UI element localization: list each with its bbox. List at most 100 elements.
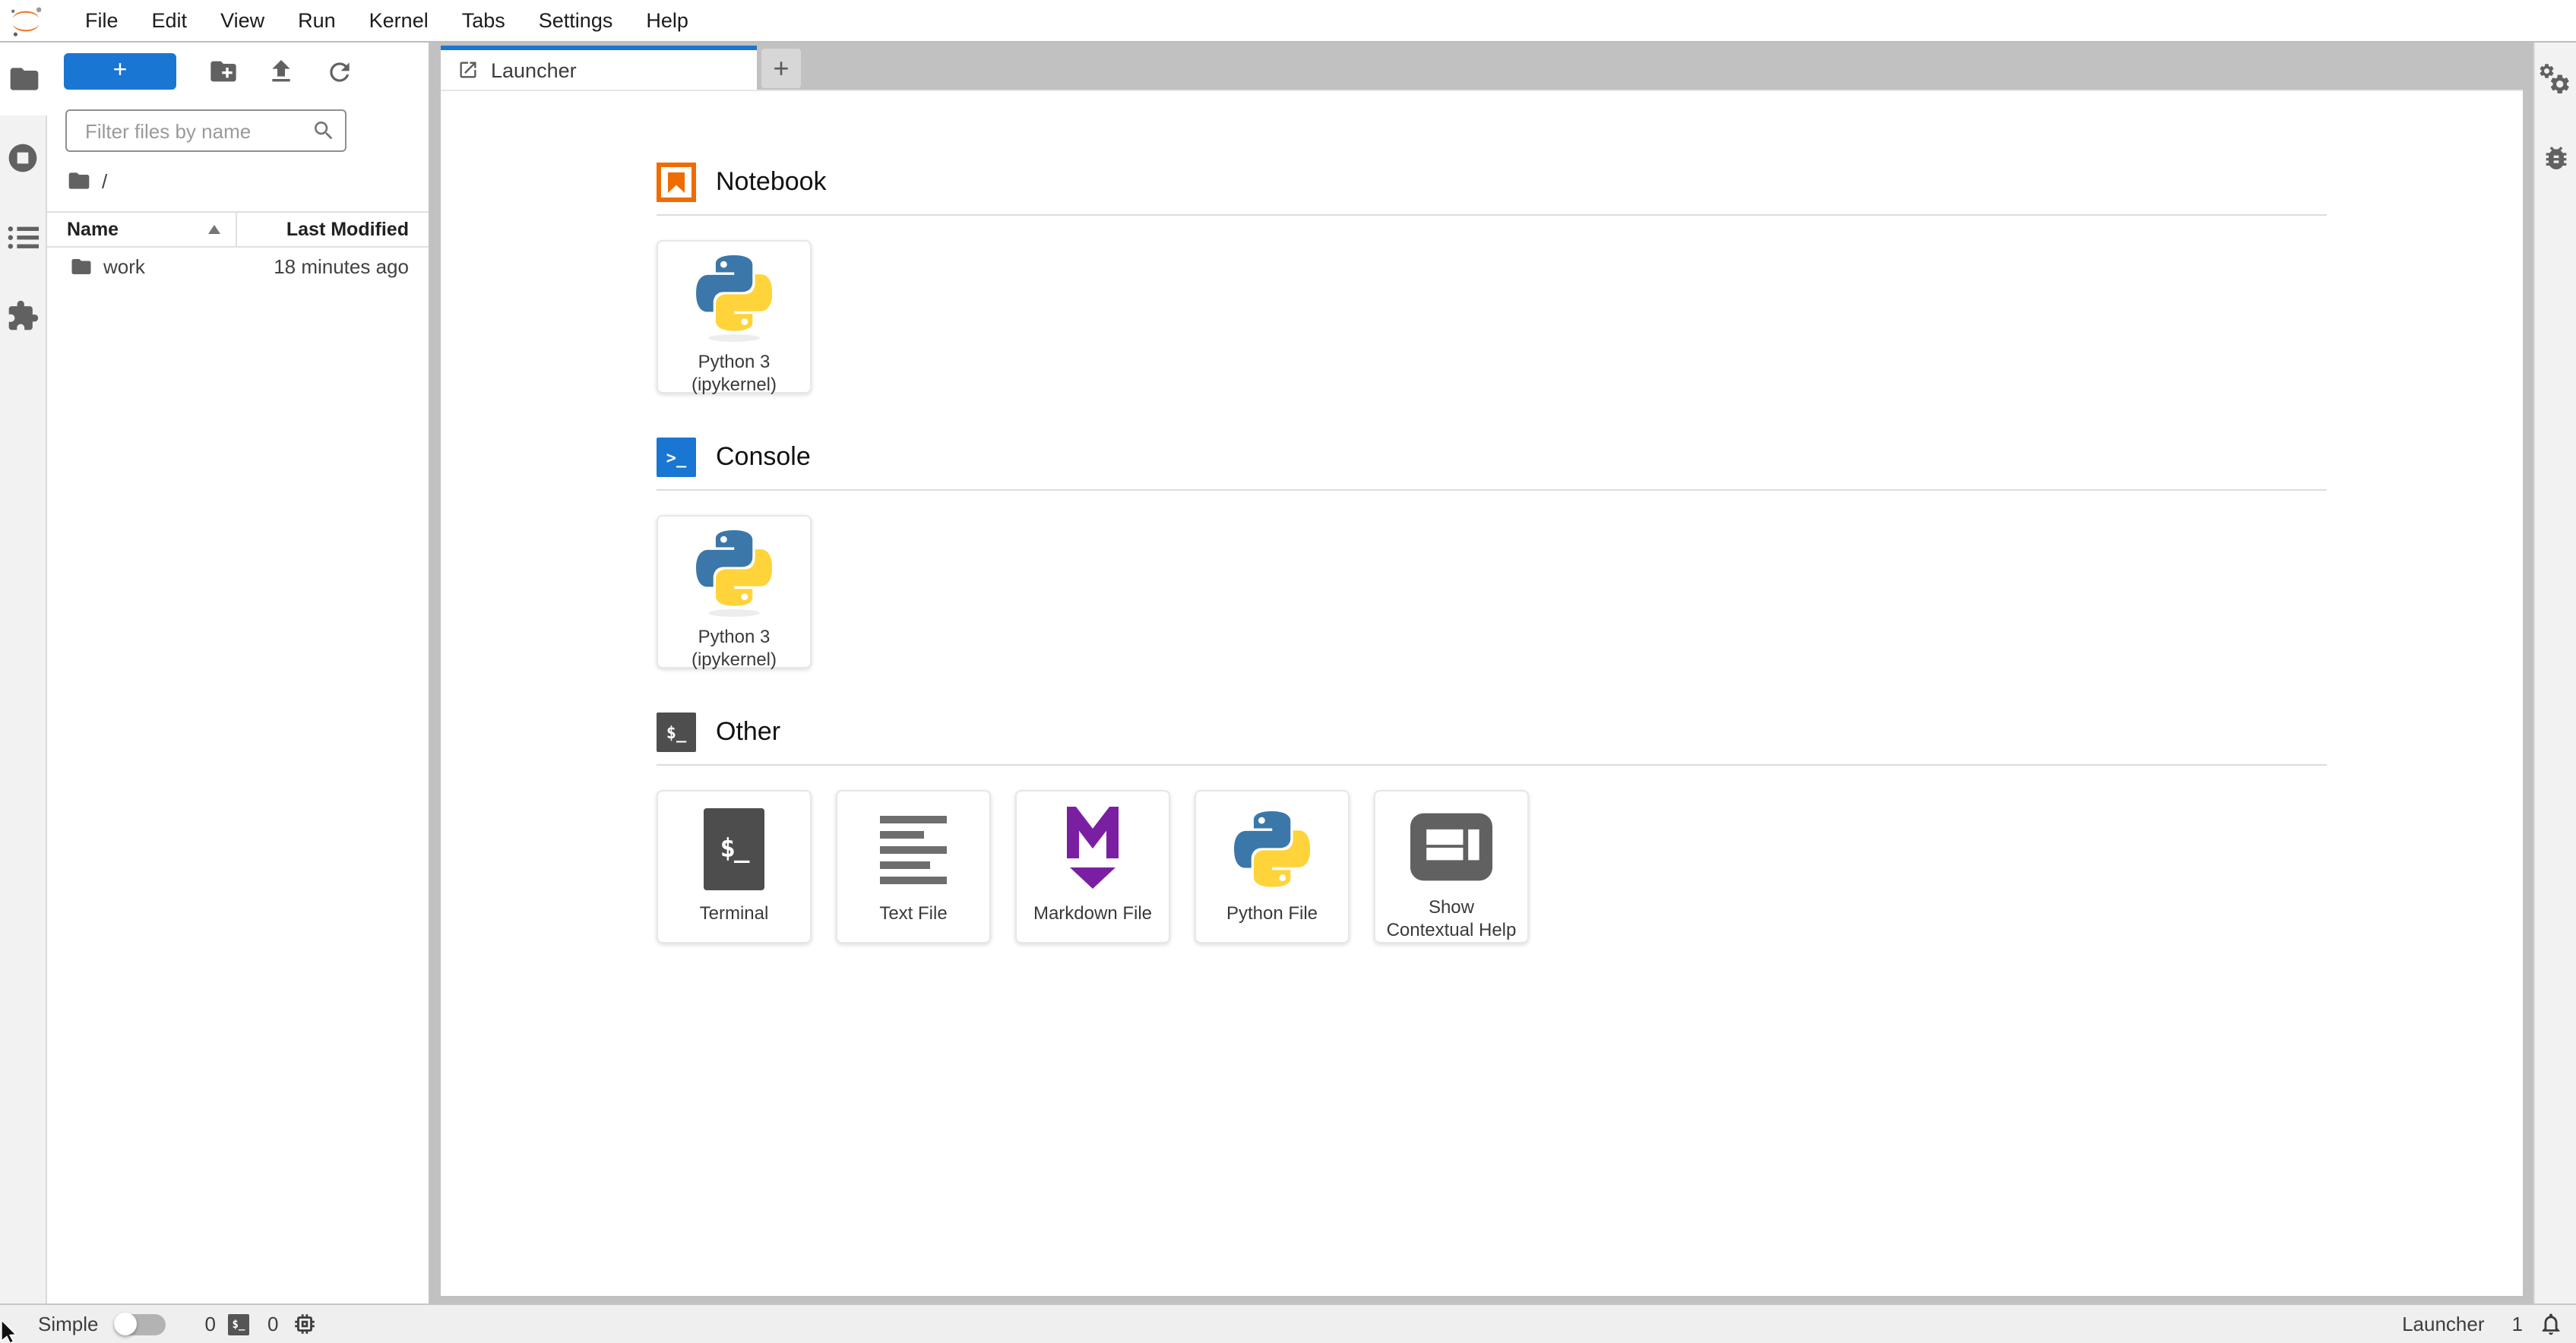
main-dock-panel: Launcher + Notebook Python 3 (ipykernel)… — [441, 43, 2523, 1296]
launcher-panel: Notebook Python 3 (ipykernel) >_ Console… — [441, 90, 2523, 1296]
dock-tab-bar: Launcher + — [441, 43, 2523, 90]
card-label: Text File — [879, 902, 948, 924]
refresh-button[interactable] — [321, 53, 357, 90]
column-name-label: Name — [67, 219, 119, 240]
menu-items: File Edit View Run Kernel Tabs Settings … — [68, 9, 705, 32]
upload-icon — [266, 56, 296, 87]
column-header-name[interactable]: Name — [47, 213, 237, 246]
markdown-icon — [1067, 807, 1119, 892]
file-row-work[interactable]: work 18 minutes ago — [47, 248, 429, 286]
launcher-card-terminal[interactable]: $_ Terminal — [657, 790, 812, 943]
launcher-card-markdown-file[interactable]: Markdown File — [1015, 790, 1170, 943]
filter-files-input[interactable] — [82, 118, 312, 144]
breadcrumb: / — [67, 169, 429, 193]
card-label: Python 3 (ipykernel) — [691, 626, 777, 670]
menu-file[interactable]: File — [68, 9, 135, 32]
sidebar-tab-running-sessions[interactable] — [0, 122, 46, 194]
terminal-icon: $_ — [704, 808, 764, 890]
launcher-card-python-file[interactable]: Python File — [1195, 790, 1350, 943]
section-divider — [657, 489, 2327, 491]
current-activity-label: Launcher — [2402, 1313, 2485, 1335]
terminals-count[interactable]: 0 — [205, 1313, 216, 1335]
file-browser-panel: + Filter files by name / Name Last Modif… — [47, 43, 429, 1304]
home-folder-icon[interactable] — [67, 169, 91, 193]
new-launcher-button[interactable]: + — [64, 53, 176, 90]
sidebar-tab-file-browser[interactable] — [0, 43, 47, 115]
launcher-card-text-file[interactable]: Text File — [836, 790, 991, 943]
menu-edit[interactable]: Edit — [135, 9, 204, 32]
launcher-card-show-contextual-help[interactable]: Show Contextual Help — [1374, 790, 1529, 943]
notification-bell-icon[interactable] — [2538, 1311, 2564, 1337]
left-activity-bar — [0, 43, 47, 1304]
launcher-card-console-python3[interactable]: Python 3 (ipykernel) — [657, 515, 812, 670]
file-list: work 18 minutes ago — [47, 248, 429, 286]
column-header-last-modified[interactable]: Last Modified — [237, 219, 429, 240]
simple-mode-toggle[interactable] — [113, 1313, 166, 1335]
status-bar: Simple 0 $_ 0 Launcher 1 — [0, 1304, 2576, 1343]
section-title: Console — [716, 442, 811, 471]
section-divider — [657, 764, 2327, 766]
stop-circle-icon — [6, 141, 40, 175]
jupyter-logo-icon — [9, 4, 43, 37]
menu-view[interactable]: View — [204, 9, 281, 32]
file-modified: 18 minutes ago — [274, 255, 409, 278]
menu-bar: File Edit View Run Kernel Tabs Settings … — [0, 0, 2576, 43]
search-icon — [312, 118, 336, 143]
card-label: Python 3 (ipykernel) — [691, 351, 777, 395]
launcher-section-notebook: Notebook Python 3 (ipykernel) — [657, 163, 2327, 395]
workspace: + Filter files by name / Name Last Modif… — [0, 43, 2576, 1304]
section-title: Notebook — [716, 167, 827, 196]
sort-ascending-icon — [208, 225, 220, 234]
file-list-header: Name Last Modified — [47, 211, 429, 248]
sidebar-tab-debugger[interactable] — [2535, 122, 2576, 194]
launch-icon — [457, 59, 479, 81]
kernels-count[interactable]: 0 — [267, 1313, 278, 1335]
file-name: work — [103, 255, 145, 278]
status-bar-right: Launcher 1 — [2402, 1311, 2576, 1337]
sidebar-tab-property-inspector[interactable] — [2535, 43, 2576, 115]
tab-launcher[interactable]: Launcher — [441, 46, 757, 90]
console-icon: >_ — [657, 438, 696, 477]
launcher-card-notebook-python3[interactable]: Python 3 (ipykernel) — [657, 240, 812, 395]
text-lines-icon — [880, 815, 947, 883]
menu-settings[interactable]: Settings — [522, 9, 630, 32]
sidebar-tab-table-of-contents[interactable] — [0, 201, 46, 273]
new-tab-button[interactable]: + — [761, 49, 801, 88]
upload-button[interactable] — [263, 53, 299, 90]
puzzle-icon — [6, 299, 40, 333]
simple-mode-label: Simple — [38, 1313, 99, 1335]
launcher-section-other: $_ Other $_ Terminal Text File Markdown … — [657, 713, 2327, 943]
menu-help[interactable]: Help — [629, 9, 705, 32]
menu-run[interactable]: Run — [281, 9, 353, 32]
jupyterlab-app: File Edit View Run Kernel Tabs Settings … — [0, 0, 2576, 1343]
section-divider — [657, 214, 2327, 216]
notebook-icon — [657, 163, 696, 202]
card-label: Terminal — [699, 902, 769, 924]
logo-shadow — [708, 334, 760, 342]
filter-files-box — [65, 109, 347, 152]
python-logo-icon — [696, 530, 772, 606]
card-label: Python File — [1226, 902, 1318, 924]
layout-panes-icon — [1410, 812, 1492, 880]
terminal-status-icon: $_ — [227, 1313, 249, 1335]
menu-kernel[interactable]: Kernel — [353, 9, 445, 32]
breadcrumb-root[interactable]: / — [102, 169, 107, 192]
bug-icon — [2540, 143, 2571, 173]
list-bullets-icon — [7, 223, 39, 251]
section-title: Other — [716, 717, 781, 746]
folder-icon — [70, 255, 93, 278]
card-label: Show Contextual Help — [1386, 896, 1517, 940]
folder-icon — [7, 62, 40, 96]
card-label: Markdown File — [1033, 902, 1153, 924]
menu-tabs[interactable]: Tabs — [445, 9, 522, 32]
toggle-knob — [113, 1313, 137, 1335]
file-browser-toolbar: + — [47, 53, 429, 90]
sidebar-tab-extensions[interactable] — [0, 280, 46, 352]
gears-icon — [2538, 62, 2573, 96]
new-folder-button[interactable] — [205, 53, 242, 90]
notifications-count[interactable]: 1 — [2512, 1313, 2523, 1335]
kernel-chip-icon — [292, 1311, 318, 1337]
right-activity-bar — [2533, 43, 2576, 1304]
tab-launcher-label: Launcher — [491, 58, 577, 81]
python-logo-icon — [696, 255, 772, 331]
